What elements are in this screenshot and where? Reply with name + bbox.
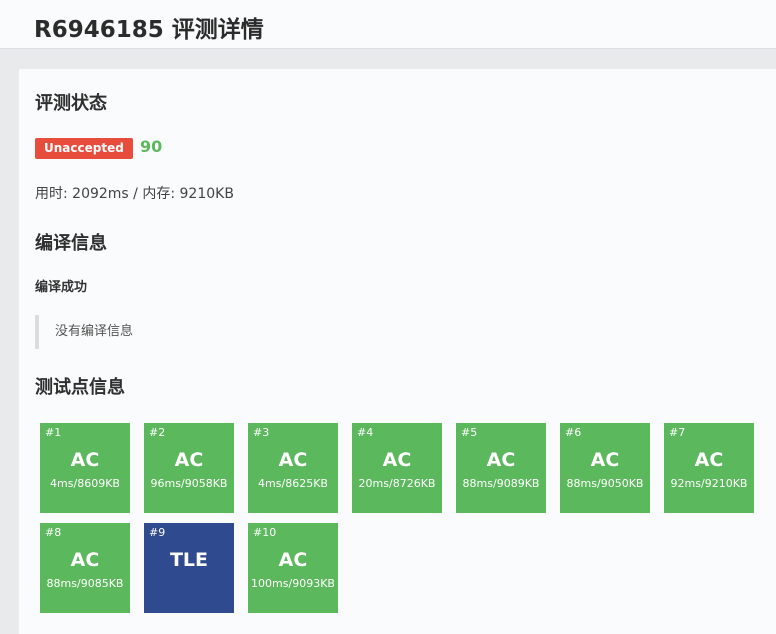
testcase-number: #6 xyxy=(565,426,582,439)
top-bar: R6946185 评测详情 xyxy=(0,0,776,49)
page-title: R6946185 评测详情 xyxy=(34,17,264,43)
testcase-status: AC xyxy=(278,449,308,471)
testcase-number: #1 xyxy=(45,426,62,439)
testcase-status: AC xyxy=(70,549,100,571)
testcase-status: TLE xyxy=(169,549,209,571)
testcase-status: AC xyxy=(70,449,100,471)
testcase-usage: 88ms/9085KB xyxy=(46,577,124,590)
testcase-status: AC xyxy=(174,449,204,471)
testcase-tile[interactable]: #6 AC 88ms/9050KB xyxy=(560,423,650,513)
tests-heading: 测试点信息 xyxy=(35,377,125,398)
testcase-number: #9 xyxy=(149,526,166,539)
testcase-status: AC xyxy=(590,449,620,471)
testcase-number: #2 xyxy=(149,426,166,439)
record-card: 评测状态 Unaccepted 90 用时: 2092ms / 内存: 9210… xyxy=(19,69,776,634)
testcase-tile[interactable]: #8 AC 88ms/9085KB xyxy=(40,523,130,613)
testcase-usage: 92ms/9210KB xyxy=(670,477,748,490)
testcase-tile[interactable]: #5 AC 88ms/9089KB xyxy=(456,423,546,513)
testcase-tile[interactable]: #3 AC 4ms/8625KB xyxy=(248,423,338,513)
testcase-usage: 4ms/8609KB xyxy=(50,477,120,490)
testcase-usage: 88ms/9089KB xyxy=(462,477,540,490)
testcase-tile[interactable]: #7 AC 92ms/9210KB xyxy=(664,423,754,513)
testcase-number: #10 xyxy=(253,526,277,539)
testcase-usage: 100ms/9093KB xyxy=(251,577,335,590)
testcase-status: AC xyxy=(694,449,724,471)
compile-status: 编译成功 xyxy=(35,280,88,295)
testcase-number: #8 xyxy=(45,526,62,539)
testcase-usage: 20ms/8726KB xyxy=(358,477,436,490)
score: 90 xyxy=(140,137,163,156)
compile-heading: 编译信息 xyxy=(35,233,107,254)
usage-summary: 用时: 2092ms / 内存: 9210KB xyxy=(35,186,234,202)
testcase-usage: 4ms/8625KB xyxy=(258,477,328,490)
testcase-number: #3 xyxy=(253,426,270,439)
compile-message: 没有编译信息 xyxy=(35,315,315,349)
testcase-number: #7 xyxy=(669,426,686,439)
testcase-tile[interactable]: #2 AC 96ms/9058KB xyxy=(144,423,234,513)
testcase-status: AC xyxy=(278,549,308,571)
testcase-usage: 88ms/9050KB xyxy=(566,477,644,490)
testcase-tile[interactable]: #9 TLE xyxy=(144,523,234,613)
testcase-tile[interactable]: #10 AC 100ms/9093KB xyxy=(248,523,338,613)
status-heading: 评测状态 xyxy=(35,93,107,114)
testcase-number: #5 xyxy=(461,426,478,439)
testcase-tile[interactable]: #4 AC 20ms/8726KB xyxy=(352,423,442,513)
testcase-tile[interactable]: #1 AC 4ms/8609KB xyxy=(40,423,130,513)
testcase-number: #4 xyxy=(357,426,374,439)
testcase-usage: 96ms/9058KB xyxy=(150,477,228,490)
testcase-status: AC xyxy=(486,449,516,471)
status-badge: Unaccepted xyxy=(35,138,133,159)
testcase-status: AC xyxy=(382,449,412,471)
